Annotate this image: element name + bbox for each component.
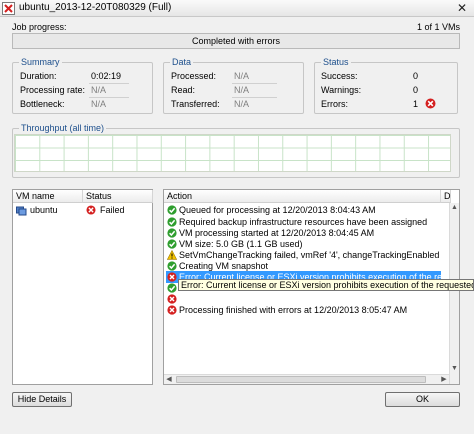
window-title: ubuntu_2013-12-20T080329 (Full)	[19, 2, 172, 13]
scroll-left-icon[interactable]: ◀	[164, 375, 174, 384]
horizontal-scroll-thumb[interactable]	[176, 376, 426, 383]
warnings-label: Warnings:	[321, 85, 362, 95]
close-button[interactable]: ✕	[452, 1, 472, 15]
success-value: 0	[413, 71, 419, 81]
table-row[interactable]: ubuntu Failed	[15, 204, 151, 216]
log-text: Processing finished with errors at 12/20…	[179, 305, 408, 315]
horizontal-scrollbar[interactable]: ◀ ▶	[164, 374, 449, 384]
error-icon	[167, 294, 177, 304]
column-header-status[interactable]: Status	[83, 190, 153, 203]
duration-label: Duration:	[20, 71, 57, 81]
duration-value: 0:02:19	[91, 71, 122, 81]
processing-rate-value: N/A	[91, 85, 107, 95]
progress-status-text: Completed with errors	[191, 36, 281, 46]
separator	[232, 83, 277, 84]
column-header-duration[interactable]: D	[441, 190, 451, 203]
summary-title: Summary	[19, 57, 62, 67]
data-title: Data	[170, 57, 194, 67]
hide-details-button[interactable]: Hide Details	[12, 392, 72, 407]
transferred-value: N/A	[234, 99, 250, 109]
success-icon	[167, 239, 177, 249]
errors-label: Errors:	[321, 99, 348, 109]
vm-table: VM name Status ubuntu Failed	[12, 189, 153, 385]
read-value: N/A	[234, 85, 250, 95]
scroll-up-icon[interactable]: ▲	[450, 203, 459, 213]
job-progress-bar: Completed with errors	[12, 33, 460, 49]
summary-group: Summary Duration: 0:02:19 Processing rat…	[12, 57, 153, 114]
status-title: Status	[321, 57, 351, 67]
success-icon	[167, 261, 177, 271]
status-group: Status Success: 0 Warnings: 0 Errors: 1	[314, 57, 458, 114]
processed-label: Processed:	[171, 71, 217, 81]
errors-value: 1	[413, 99, 419, 109]
bottleneck-label: Bottleneck:	[20, 99, 65, 109]
error-icon	[167, 305, 177, 315]
scroll-right-icon[interactable]: ▶	[439, 375, 449, 384]
title-bar: ubuntu_2013-12-20T080329 (Full) ✕	[0, 0, 474, 17]
scroll-down-icon[interactable]: ▼	[450, 364, 459, 374]
column-header-vm-name[interactable]: VM name	[13, 190, 83, 203]
ok-button[interactable]: OK	[385, 392, 460, 407]
column-header-action[interactable]: Action	[164, 190, 441, 203]
vm-status: Failed	[100, 205, 125, 215]
vertical-scrollbar[interactable]: ▲ ▼	[449, 203, 459, 384]
separator	[232, 97, 277, 98]
read-label: Read:	[171, 85, 196, 95]
error-icon	[86, 205, 96, 215]
vm-name: ubuntu	[30, 205, 58, 215]
processing-rate-label: Processing rate:	[20, 85, 86, 95]
transferred-label: Transferred:	[171, 99, 220, 109]
success-icon	[167, 205, 177, 215]
processed-value: N/A	[234, 71, 250, 81]
warning-icon	[167, 250, 177, 260]
data-group: Data Processed: N/A Read: N/A Transferre…	[163, 57, 304, 114]
vm-icon	[16, 206, 27, 216]
error-tooltip: Error: Current license or ESXi version p…	[178, 279, 474, 291]
warnings-value: 0	[413, 85, 419, 95]
separator	[89, 83, 129, 84]
success-label: Success:	[321, 71, 358, 81]
log-text: Queued for processing at 12/20/2013 8:04…	[179, 205, 376, 215]
success-icon	[167, 217, 177, 227]
throughput-graph	[14, 134, 451, 172]
log-row[interactable]: Queued for processing at 12/20/2013 8:04…	[166, 204, 441, 216]
vm-count: 1 of 1 VMs	[416, 22, 460, 32]
error-icon	[167, 272, 177, 282]
job-progress-label: Job progress:	[12, 22, 67, 32]
log-row[interactable]: Processing finished with errors at 12/20…	[166, 304, 441, 316]
separator	[89, 97, 129, 98]
success-icon	[167, 228, 177, 238]
success-icon	[167, 283, 177, 293]
throughput-title: Throughput (all time)	[19, 123, 107, 133]
error-icon	[425, 98, 436, 109]
bottleneck-value: N/A	[91, 99, 107, 109]
veeam-job-icon	[2, 2, 15, 15]
